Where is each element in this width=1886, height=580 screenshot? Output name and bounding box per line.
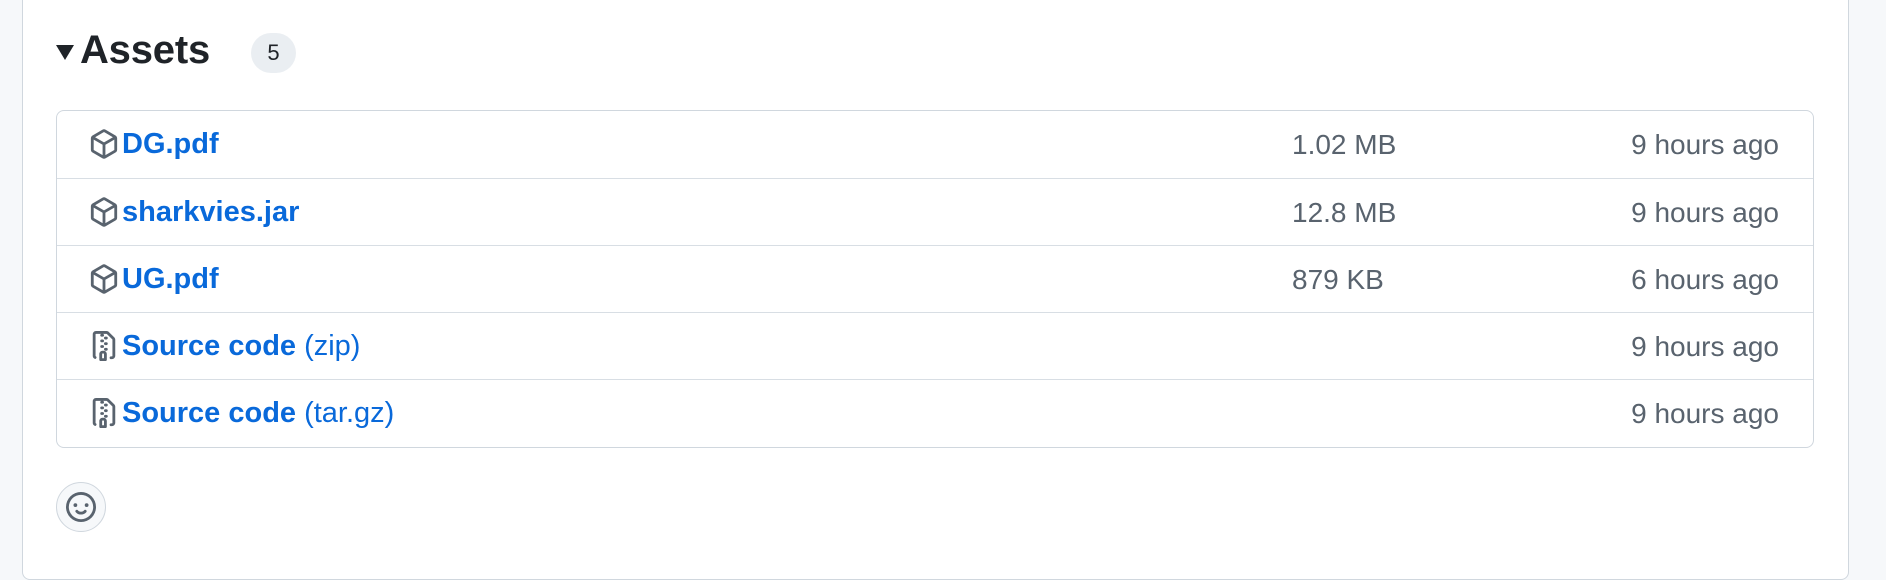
asset-name: DG.pdf <box>122 128 219 160</box>
asset-link[interactable]: Source code (zip) <box>122 313 360 380</box>
asset-time: 9 hours ago <box>1631 197 1779 228</box>
asset-row: Source code (zip) 9 hours ago <box>57 312 1813 379</box>
asset-row: Source code (tar.gz) 9 hours ago <box>57 379 1813 446</box>
smiley-icon <box>66 492 96 522</box>
asset-size: 879 KB <box>1292 264 1384 295</box>
asset-time: 6 hours ago <box>1631 264 1779 295</box>
caret-down-icon <box>56 44 74 60</box>
asset-name: UG.pdf <box>122 263 219 295</box>
asset-link[interactable]: UG.pdf <box>122 246 219 313</box>
assets-count-badge: 5 <box>251 33 296 73</box>
assets-list: DG.pdf 1.02 MB 9 hours ago sharkvies.jar… <box>56 110 1814 448</box>
assets-toggle[interactable]: Assets <box>56 24 210 76</box>
package-icon <box>90 129 118 159</box>
asset-time: 9 hours ago <box>1631 398 1779 429</box>
asset-link[interactable]: sharkvies.jar <box>122 179 299 246</box>
asset-row: DG.pdf 1.02 MB 9 hours ago <box>57 111 1813 178</box>
file-zip-icon <box>92 398 116 428</box>
asset-link[interactable]: Source code (tar.gz) <box>122 380 394 447</box>
file-zip-icon <box>92 331 116 361</box>
add-reaction-button[interactable] <box>56 482 106 532</box>
asset-size: 12.8 MB <box>1292 197 1397 228</box>
asset-name: Source code <box>122 397 297 429</box>
asset-name: sharkvies.jar <box>122 196 300 228</box>
package-icon <box>90 197 118 227</box>
asset-time: 9 hours ago <box>1631 331 1779 362</box>
package-icon <box>90 264 118 294</box>
asset-row: UG.pdf 879 KB 6 hours ago <box>57 245 1813 312</box>
asset-name: Source code <box>122 330 297 362</box>
asset-link[interactable]: DG.pdf <box>122 111 219 178</box>
asset-time: 9 hours ago <box>1631 129 1779 160</box>
asset-row: sharkvies.jar 12.8 MB 9 hours ago <box>57 178 1813 245</box>
assets-title: Assets <box>80 28 210 72</box>
asset-suffix: (tar.gz) <box>304 397 395 429</box>
asset-suffix: (zip) <box>304 330 361 362</box>
asset-size: 1.02 MB <box>1292 129 1397 160</box>
